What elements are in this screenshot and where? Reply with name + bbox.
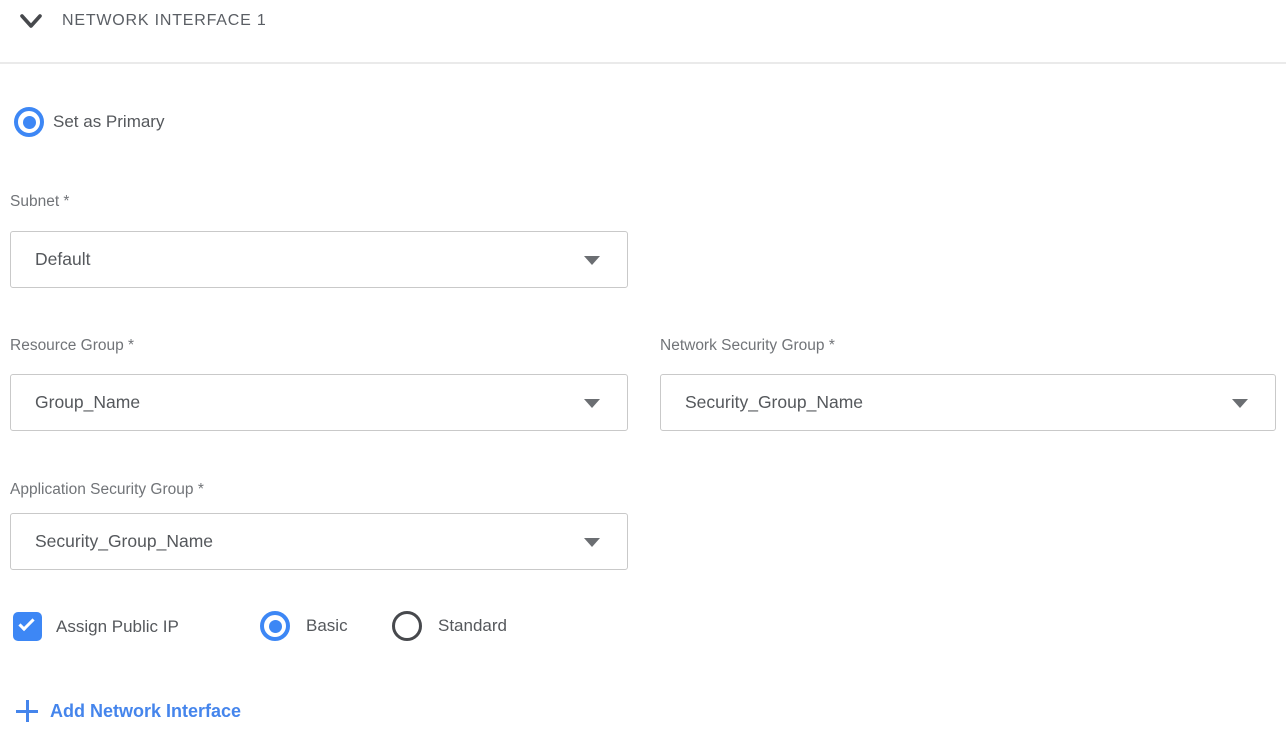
network-security-group-label: Network Security Group * [660, 336, 835, 356]
resource-group-label: Resource Group * [10, 336, 134, 356]
dropdown-caret-icon [1232, 399, 1248, 408]
application-security-group-select[interactable]: Security_Group_Name [10, 513, 628, 570]
checkmark-icon [18, 615, 34, 631]
set-as-primary-radio[interactable] [14, 107, 44, 137]
dropdown-caret-icon [584, 256, 600, 265]
subnet-label: Subnet * [10, 192, 69, 212]
add-network-interface-link[interactable]: Add Network Interface [16, 699, 241, 723]
network-security-group-value: Security_Group_Name [685, 375, 863, 430]
ip-sku-standard-radio[interactable] [392, 611, 422, 641]
assign-public-ip-label: Assign Public IP [56, 612, 179, 641]
subnet-value: Default [35, 232, 90, 287]
chevron-down-icon[interactable] [19, 11, 43, 31]
network-interface-form: NETWORK INTERFACE 1 Set as Primary Subne… [0, 0, 1286, 752]
network-security-group-select[interactable]: Security_Group_Name [660, 374, 1276, 431]
subnet-select[interactable]: Default [10, 231, 628, 288]
application-security-group-label: Application Security Group * [10, 480, 204, 500]
assign-public-ip-checkbox[interactable] [13, 612, 42, 641]
resource-group-select[interactable]: Group_Name [10, 374, 628, 431]
section-title: NETWORK INTERFACE 1 [62, 11, 267, 31]
application-security-group-value: Security_Group_Name [35, 514, 213, 569]
add-network-interface-label: Add Network Interface [50, 699, 241, 723]
resource-group-value: Group_Name [35, 375, 140, 430]
section-header-network-interface-1[interactable]: NETWORK INTERFACE 1 [0, 0, 1286, 64]
ip-sku-basic-radio[interactable] [260, 611, 290, 641]
ip-sku-basic-label: Basic [306, 611, 348, 641]
dropdown-caret-icon [584, 399, 600, 408]
set-as-primary-label: Set as Primary [53, 107, 164, 137]
radio-dot [23, 116, 36, 129]
dropdown-caret-icon [584, 538, 600, 547]
radio-dot [269, 620, 282, 633]
ip-sku-standard-label: Standard [438, 611, 507, 641]
plus-icon [16, 700, 38, 722]
